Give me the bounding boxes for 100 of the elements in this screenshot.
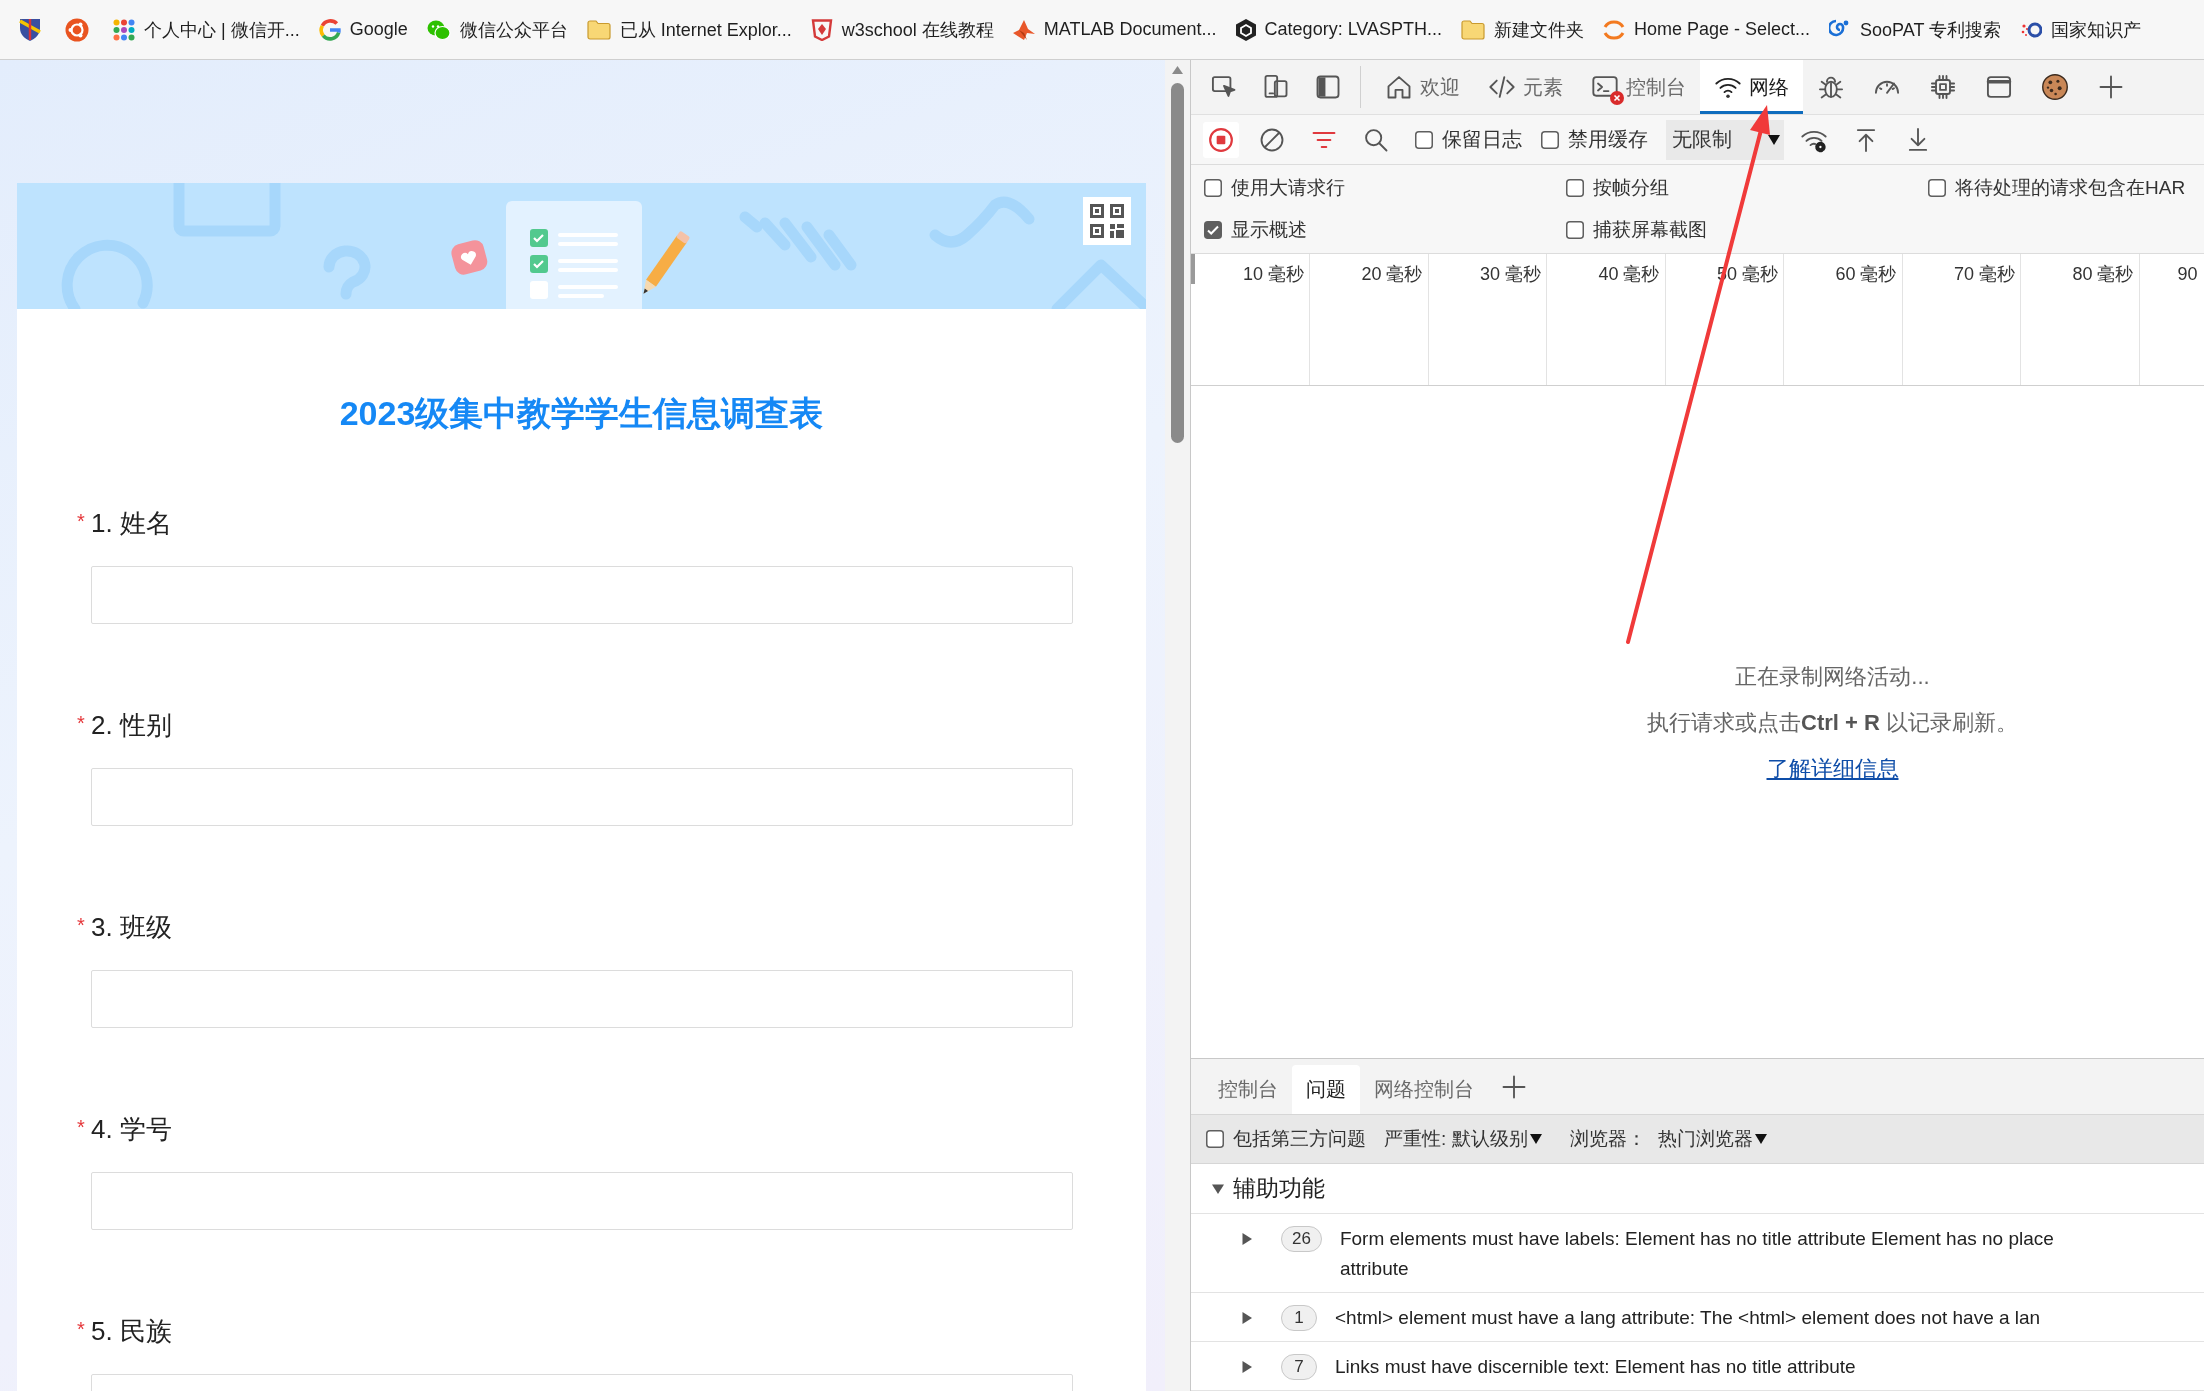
required-mark: * bbox=[77, 1317, 86, 1341]
folder-icon bbox=[586, 19, 611, 40]
issue-row[interactable]: 26 Form elements must have labels: Element has no title attribute Element has no place attribute bbox=[1191, 1214, 2204, 1293]
checkbox[interactable] bbox=[1204, 221, 1222, 239]
bookmark-item[interactable]: 个人中心 | 微信开... bbox=[107, 9, 306, 50]
count-badge: 7 bbox=[1281, 1354, 1317, 1380]
checkbox-label[interactable]: 显示概述 bbox=[1231, 217, 1307, 243]
home-icon bbox=[1385, 73, 1413, 101]
checkbox[interactable] bbox=[1206, 1130, 1224, 1148]
checkbox-label[interactable]: 捕获屏幕截图 bbox=[1593, 217, 1707, 243]
bookmark-item[interactable]: w3school 在线教程 bbox=[804, 9, 1000, 50]
timeline-tick-label: 20 毫秒 bbox=[1361, 263, 1423, 286]
issue-message: Form elements must have labels: Element has no title attribute Element has no place attribute bbox=[1339, 1227, 2054, 1281]
bookmark-item[interactable]: 新建文件夹 bbox=[1455, 9, 1590, 50]
checkbox[interactable] bbox=[1566, 179, 1584, 197]
peak-icon bbox=[1012, 19, 1035, 40]
checkbox[interactable] bbox=[1415, 130, 1433, 149]
timeline-tick-label: 80 毫秒 bbox=[2072, 263, 2134, 286]
bookmark-item[interactable]: 国家知识产 bbox=[2014, 9, 2148, 50]
device-toggle-icon[interactable] bbox=[1262, 73, 1290, 101]
chip-icon[interactable] bbox=[1929, 73, 1957, 101]
bookmark-item[interactable]: 已从 Internet Explor... bbox=[580, 9, 798, 50]
checkbox-label[interactable]: 将待处理的请求包含在HAR bbox=[1955, 175, 2186, 201]
input-field[interactable] bbox=[91, 970, 1073, 1028]
question-label: 3. 班级 bbox=[91, 910, 172, 944]
drawer-tab[interactable]: 控制台 bbox=[1204, 1065, 1292, 1114]
scrollbar-track[interactable] bbox=[1165, 60, 1190, 1391]
checkbox-label[interactable]: 保留日志 bbox=[1442, 126, 1522, 153]
required-mark: * bbox=[77, 913, 86, 937]
issue-message: <html> element must have a lang attribute: The <html> element does not have a lan bbox=[1335, 1306, 2041, 1330]
bookmark-item[interactable]: SooPAT 专利搜索 bbox=[1823, 9, 2008, 50]
throttling-dropdown[interactable]: 无限制 bbox=[1666, 119, 1784, 160]
timeline-tick-label: 70 毫秒 bbox=[1953, 263, 2015, 286]
hint-text: 执行请求或点击Ctrl + R 以记录刷新。 bbox=[1647, 709, 2018, 737]
dock-side-icon[interactable] bbox=[1314, 73, 1342, 101]
question-label: 5. 民族 bbox=[91, 1314, 172, 1348]
browser-dropdown[interactable]: 热门浏览器 bbox=[1653, 1119, 1771, 1159]
devtools-tab[interactable]: 控制台 bbox=[1577, 60, 1700, 114]
bookmark-item[interactable]: MATLAB Document... bbox=[1006, 9, 1223, 50]
caret-down-icon bbox=[1754, 1134, 1767, 1144]
code-icon bbox=[1488, 73, 1516, 101]
triangle-right-icon[interactable] bbox=[1241, 1233, 1253, 1245]
question-label: 2. 性别 bbox=[91, 708, 172, 742]
timeline-tick-label: 10 毫秒 bbox=[1242, 263, 1304, 286]
devtools-tab[interactable]: 元素 bbox=[1474, 60, 1577, 114]
issue-row[interactable]: 1 <html> element must have a lang attribute: The <html> element does not have a lan bbox=[1191, 1293, 2204, 1342]
required-mark: * bbox=[77, 1115, 86, 1139]
plus-icon[interactable] bbox=[2097, 73, 2125, 101]
question-label: 1. 姓名 bbox=[91, 506, 172, 540]
timeline-tick-label: 40 毫秒 bbox=[1598, 263, 1660, 286]
required-mark: * bbox=[77, 711, 86, 735]
checkbox[interactable] bbox=[1566, 221, 1584, 239]
checkbox-label[interactable]: 使用大请求行 bbox=[1231, 175, 1345, 201]
bookmark-item[interactable]: Category: LVASPTH... bbox=[1229, 9, 1448, 50]
bookmark-item[interactable]: Google bbox=[312, 9, 414, 50]
timeline-tick-label: 30 毫秒 bbox=[1479, 263, 1541, 286]
caret-down-icon bbox=[1768, 134, 1780, 145]
devtools-tab[interactable]: 网络 bbox=[1700, 60, 1803, 114]
bookmark-item[interactable]: 微信公众平台 bbox=[420, 9, 574, 50]
browser-label: 浏览器： bbox=[1569, 1127, 1646, 1151]
triangle-right-icon[interactable] bbox=[1241, 1361, 1253, 1373]
form-title: 2023级集中教学学生信息调查表 bbox=[338, 393, 825, 434]
count-badge: 1 bbox=[1281, 1305, 1317, 1331]
checkbox[interactable] bbox=[1928, 179, 1946, 197]
chat-bubbles-icon bbox=[426, 18, 451, 41]
input-field[interactable] bbox=[91, 566, 1073, 624]
ring-logo-icon[interactable] bbox=[65, 17, 89, 42]
qr-code-icon[interactable] bbox=[1083, 197, 1131, 245]
drawer-tab[interactable]: 问题 bbox=[1292, 1065, 1360, 1114]
issue-group-header[interactable]: 辅助功能 bbox=[1191, 1164, 2204, 1214]
issue-row[interactable]: 7 Links must have discernible text: Element has no title attribute bbox=[1191, 1342, 2204, 1391]
arc-icon bbox=[1603, 19, 1625, 40]
timeline-tick-label: 60 毫秒 bbox=[1835, 263, 1897, 286]
scrollbar-thumb[interactable] bbox=[1171, 83, 1184, 443]
severity-dropdown[interactable]: 严重性: 默认级别 bbox=[1380, 1119, 1546, 1159]
status-message: 正在录制网络活动... bbox=[1735, 663, 1930, 691]
shield-icon bbox=[810, 18, 833, 41]
cookie-icon[interactable] bbox=[2041, 73, 2069, 101]
triangle-down-icon[interactable] bbox=[1212, 1182, 1224, 1195]
checkbox-label[interactable]: 按帧分组 bbox=[1593, 175, 1669, 201]
checkbox[interactable] bbox=[1204, 179, 1222, 197]
g-logo-icon bbox=[318, 18, 341, 41]
caret-down-icon bbox=[1529, 1134, 1542, 1144]
checkbox-label[interactable]: 包括第三方问题 bbox=[1233, 1126, 1366, 1152]
checkbox[interactable] bbox=[1541, 130, 1559, 149]
triangle-right-icon[interactable] bbox=[1241, 1312, 1253, 1324]
question-label: 4. 学号 bbox=[91, 1112, 172, 1146]
input-field[interactable] bbox=[91, 1172, 1073, 1230]
issue-message: Links must have discernible text: Element has no title attribute bbox=[1335, 1355, 1856, 1379]
input-field[interactable] bbox=[91, 768, 1073, 826]
crest-icon[interactable] bbox=[19, 17, 41, 42]
bookmark-item[interactable]: Home Page - Select... bbox=[1597, 9, 1817, 50]
window-icon[interactable] bbox=[1985, 73, 2013, 101]
drawer-tab[interactable]: 网络控制台 bbox=[1360, 1065, 1488, 1114]
required-mark: * bbox=[77, 509, 86, 533]
scroll-up-arrow-icon[interactable] bbox=[1172, 66, 1183, 74]
apps-grid-icon bbox=[113, 18, 135, 41]
checkbox-label[interactable]: 禁用缓存 bbox=[1568, 126, 1648, 153]
learn-more-link[interactable]: 了解详细信息 bbox=[1766, 746, 1899, 792]
devtools-tab[interactable]: 欢迎 bbox=[1371, 60, 1474, 114]
